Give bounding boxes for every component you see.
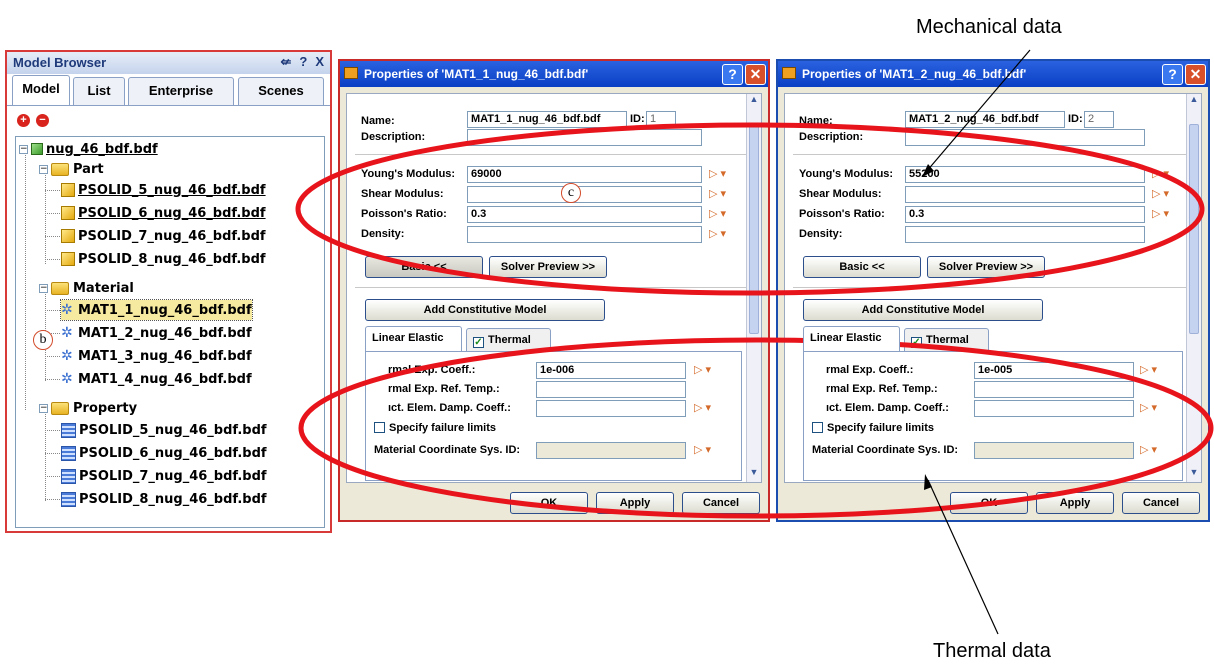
mechanical-data-label: Mechanical data	[916, 16, 1062, 38]
thermal-data-label: Thermal data	[933, 640, 1051, 662]
annotation-b: b	[33, 330, 53, 350]
tab-linear-elastic[interactable]: Linear Elastic	[803, 326, 900, 351]
annotation-overlay	[295, 49, 1214, 635]
annotation-c: c	[561, 183, 581, 203]
thermal-data-ellipse	[298, 337, 1214, 519]
tab-linear-elastic[interactable]: Linear Elastic	[365, 326, 462, 351]
mechanical-data-ellipse	[295, 122, 1205, 296]
mechanical-pointer-line	[925, 49, 1031, 173]
mechanical-pointer-arrowhead	[922, 164, 934, 177]
